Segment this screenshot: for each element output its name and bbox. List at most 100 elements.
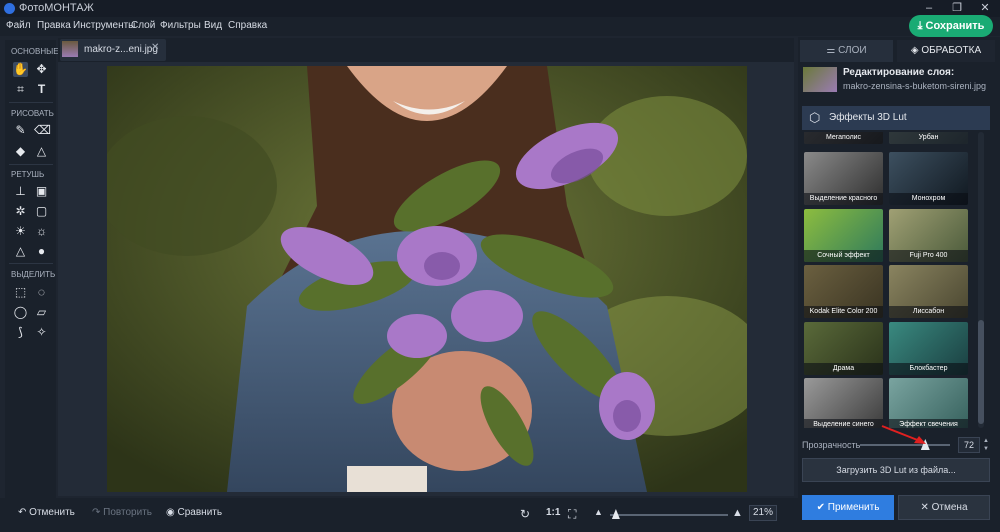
effect-tile[interactable]: Сочный эффект: [804, 209, 883, 262]
fill-tool-icon[interactable]: ◆: [13, 144, 28, 159]
undo-icon: ↶: [18, 507, 30, 518]
menu-layer[interactable]: Слой: [131, 20, 155, 31]
menu-file[interactable]: Файл: [6, 20, 31, 31]
group-label-draw: РИСОВАТЬ: [11, 109, 54, 118]
effect-tile[interactable]: Мегаполис: [804, 132, 883, 144]
effect-label: Блокбастер: [889, 363, 968, 375]
shapes-tool-icon[interactable]: △: [34, 144, 49, 159]
effect-tile[interactable]: Fuji Pro 400: [889, 209, 968, 262]
effect-tile[interactable]: Выделение синего: [804, 378, 883, 428]
patch-tool-icon[interactable]: ▣: [34, 184, 49, 199]
cube-icon: ⬡: [809, 110, 821, 125]
effect-tile[interactable]: Эффект свечения: [889, 378, 968, 428]
light-tool-icon[interactable]: ☀: [13, 224, 28, 239]
apply-button[interactable]: ✔ Применить: [802, 495, 894, 520]
document-tab-strip: [58, 38, 794, 62]
eye-icon: ◉: [166, 507, 178, 518]
redo-icon: ↷: [92, 507, 104, 518]
document-thumbnail: [62, 41, 78, 57]
magnetic-lasso-icon[interactable]: ⟆: [13, 325, 28, 340]
effect-label: Выделение синего: [804, 419, 883, 428]
document-tab-label: makro-z...eni.jpg: [84, 44, 158, 55]
eraser-tool-icon[interactable]: ⌫: [34, 123, 51, 138]
opacity-label: Прозрачность: [802, 440, 861, 450]
zoom-value[interactable]: 21%: [749, 505, 777, 521]
brush-tool-icon[interactable]: ✎: [13, 123, 28, 138]
effect-tile[interactable]: Блокбастер: [889, 322, 968, 375]
effect-label: Мегаполис: [804, 132, 883, 144]
redo-button[interactable]: ↷ Повторить: [92, 507, 152, 518]
effects-grid: Мегаполис Урбан Выделение красного Монох…: [802, 132, 976, 428]
menu-edit[interactable]: Правка: [37, 20, 71, 31]
effect-tile[interactable]: Драма: [804, 322, 883, 375]
group-label-select: ВЫДЕЛИТЬ: [11, 270, 56, 279]
photo-image: [107, 66, 747, 492]
effect-label: Kodak Elite Color 200: [804, 306, 883, 318]
compare-button[interactable]: ◉ Сравнить: [166, 507, 222, 518]
effect-tile[interactable]: Выделение красного: [804, 152, 883, 205]
app-logo-icon: [4, 3, 15, 14]
app-title: ФотоМОНТАЖ: [19, 2, 94, 14]
menu-view[interactable]: Вид: [204, 20, 222, 31]
effect-label: Лиссабон: [889, 306, 968, 318]
effect-tile[interactable]: Kodak Elite Color 200: [804, 265, 883, 318]
group-label-basic: ОСНОВНЫЕ: [11, 47, 59, 56]
tab-layers[interactable]: ⚌ СЛОИ: [800, 40, 893, 62]
healing-tool-icon[interactable]: ✲: [13, 204, 28, 219]
fit-to-screen-icon[interactable]: ⛶: [568, 507, 576, 522]
effect-tile[interactable]: Лиссабон: [889, 265, 968, 318]
undo-button[interactable]: ↶ Отменить: [18, 507, 75, 518]
zoom-out-icon[interactable]: ▲: [594, 507, 603, 517]
download-icon: ⤓: [917, 20, 926, 32]
shadow-tool-icon[interactable]: ☼: [34, 224, 49, 239]
menu-help[interactable]: Справка: [228, 20, 267, 31]
rotate-icon[interactable]: ↻: [520, 507, 530, 521]
close-icon: ✕: [920, 502, 932, 513]
effects-scrollbar-thumb[interactable]: [978, 320, 984, 424]
stamp-tool-icon[interactable]: ⊥: [13, 184, 28, 199]
photo-canvas[interactable]: [107, 66, 747, 492]
menu-tools[interactable]: Инструменты: [73, 20, 135, 31]
polygon-lasso-icon[interactable]: ▱: [34, 305, 49, 320]
frame-tool-icon[interactable]: ▢: [34, 204, 49, 219]
actual-size-button[interactable]: 1:1: [546, 507, 560, 518]
effects-title: Эффекты 3D Lut: [829, 112, 907, 123]
sharpen-tool-icon[interactable]: △: [13, 244, 28, 259]
effect-label: Драма: [804, 363, 883, 375]
menu-filters[interactable]: Фильтры: [160, 20, 201, 31]
rect-select-icon[interactable]: ⬚: [13, 285, 28, 300]
divider: [9, 102, 53, 103]
opacity-spinner-icon[interactable]: ▲ ▼: [982, 437, 990, 453]
text-tool-icon[interactable]: T: [34, 82, 49, 97]
title-bar: [0, 0, 1000, 17]
save-button[interactable]: ⤓ Сохранить: [909, 15, 993, 37]
magic-wand-icon[interactable]: ✧: [34, 325, 49, 340]
effect-label: Монохром: [889, 193, 968, 205]
opacity-value[interactable]: 72: [958, 437, 980, 453]
red-arrow-annotation: [881, 425, 926, 444]
effect-label: Fuji Pro 400: [889, 250, 968, 262]
zoom-slider[interactable]: [610, 514, 728, 516]
group-label-retouch: РЕТУШЬ: [11, 170, 45, 179]
lasso-icon[interactable]: ◯: [13, 305, 28, 320]
zoom-in-icon[interactable]: ▲: [732, 507, 743, 519]
blur-tool-icon[interactable]: ●: [34, 244, 49, 259]
load-lut-button[interactable]: Загрузить 3D Lut из файла...: [802, 458, 990, 482]
ellipse-select-icon[interactable]: ◌: [34, 285, 49, 300]
cancel-button[interactable]: ✕ Отмена: [898, 495, 990, 520]
sliders-icon: ⚌: [826, 45, 839, 56]
divider: [9, 164, 53, 165]
close-tab-icon[interactable]: ✕: [151, 42, 159, 53]
effect-tile[interactable]: Урбан: [889, 132, 968, 144]
layer-thumbnail: [803, 67, 837, 92]
move-tool-icon[interactable]: ✥: [34, 62, 49, 77]
effect-tile[interactable]: Монохром: [889, 152, 968, 205]
crop-tool-icon[interactable]: ⌗: [13, 82, 28, 97]
tab-processing[interactable]: ◈ ОБРАБОТКА: [897, 40, 995, 62]
effect-label: Сочный эффект: [804, 250, 883, 262]
effect-label: Урбан: [889, 132, 968, 144]
effect-label: Выделение красного: [804, 193, 883, 205]
layer-file-name: makro-zensina-s-buketom-sireni.jpg: [843, 81, 987, 91]
layers-icon: ◈: [910, 45, 922, 56]
hand-tool-icon[interactable]: ✋: [13, 62, 28, 77]
